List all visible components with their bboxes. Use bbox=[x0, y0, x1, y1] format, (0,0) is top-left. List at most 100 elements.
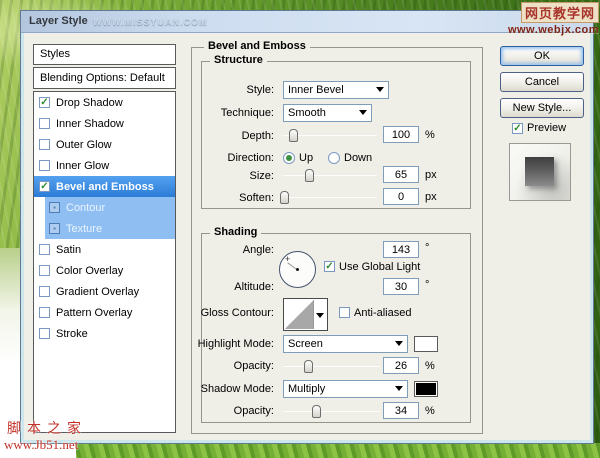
anti-aliased-checkbox[interactable] bbox=[339, 307, 350, 318]
shadow-mode-dropdown[interactable]: Multiply bbox=[283, 380, 408, 398]
highlight-opacity-input[interactable] bbox=[383, 357, 419, 374]
soften-slider-thumb[interactable] bbox=[280, 191, 289, 204]
depth-label: Depth: bbox=[241, 130, 274, 142]
satin-checkbox[interactable] bbox=[39, 244, 50, 255]
anti-aliased-label: Anti-aliased bbox=[354, 307, 412, 319]
sidebar-item-label: Outer Glow bbox=[56, 138, 112, 151]
sidebar-item-pattern-overlay[interactable]: Pattern Overlay bbox=[34, 302, 175, 323]
style-dropdown[interactable]: Inner Bevel bbox=[283, 81, 389, 99]
sidebar-item-label: Inner Glow bbox=[56, 159, 110, 172]
style-label: Style: bbox=[246, 84, 274, 96]
sidebar-item-stroke[interactable]: Stroke bbox=[34, 323, 175, 344]
ok-button[interactable]: OK bbox=[500, 46, 584, 66]
technique-label: Technique: bbox=[220, 107, 274, 119]
sidebar-item-color-overlay[interactable]: Color Overlay bbox=[34, 260, 175, 281]
altitude-unit: ° bbox=[425, 279, 430, 291]
sidebar-item-bevel-emboss[interactable]: Bevel and Emboss bbox=[34, 176, 175, 197]
sidebar-item-drop-shadow[interactable]: Drop Shadow bbox=[34, 92, 175, 113]
styles-header[interactable]: Styles bbox=[33, 44, 176, 65]
highlight-opacity-label: Opacity: bbox=[233, 360, 274, 372]
direction-up-label: Up bbox=[299, 152, 314, 164]
depth-slider-thumb[interactable] bbox=[289, 129, 298, 142]
shadow-color-swatch[interactable] bbox=[414, 381, 438, 397]
layer-style-dialog: Layer Style WWW.MISSYUAN.COM Styles Blen… bbox=[20, 10, 594, 444]
technique-value: Smooth bbox=[288, 107, 326, 119]
direction-down-radio[interactable] bbox=[328, 152, 340, 164]
soften-input[interactable] bbox=[383, 188, 419, 205]
highlight-opacity-slider[interactable] bbox=[283, 366, 380, 367]
highlight-mode-dropdown[interactable]: Screen bbox=[283, 335, 408, 353]
watermark-webjx-name: 网页教学网 bbox=[520, 2, 599, 23]
drop-shadow-checkbox[interactable] bbox=[39, 97, 50, 108]
shadow-opacity-slider[interactable] bbox=[283, 411, 380, 412]
sidebar-item-contour[interactable]: Contour bbox=[45, 197, 175, 218]
size-input[interactable] bbox=[383, 166, 419, 183]
style-list: Drop Shadow Inner Shadow Outer Glow Inne… bbox=[33, 91, 176, 433]
gloss-contour-picker[interactable] bbox=[283, 298, 328, 331]
soften-unit: px bbox=[425, 191, 437, 203]
sidebar-item-inner-shadow[interactable]: Inner Shadow bbox=[34, 113, 175, 134]
style-preview-thumbnail bbox=[509, 143, 571, 201]
direction-label: Direction: bbox=[227, 152, 274, 164]
depth-input[interactable] bbox=[383, 126, 419, 143]
inner-glow-checkbox[interactable] bbox=[39, 160, 50, 171]
shadow-opacity-input[interactable] bbox=[383, 402, 419, 419]
sidebar-item-satin[interactable]: Satin bbox=[34, 239, 175, 260]
altitude-label: Altitude: bbox=[234, 281, 274, 293]
sidebar-item-outer-glow[interactable]: Outer Glow bbox=[34, 134, 175, 155]
bevel-emboss-checkbox[interactable] bbox=[39, 181, 50, 192]
highlight-mode-value: Screen bbox=[288, 338, 323, 350]
angle-dial-center bbox=[296, 268, 299, 271]
texture-checkbox[interactable] bbox=[49, 223, 60, 234]
sidebar-item-label: Color Overlay bbox=[56, 264, 124, 277]
altitude-input[interactable] bbox=[383, 278, 419, 295]
angle-input[interactable] bbox=[383, 241, 419, 258]
sidebar-item-inner-glow[interactable]: Inner Glow bbox=[34, 155, 175, 176]
color-overlay-checkbox[interactable] bbox=[39, 265, 50, 276]
angle-dial[interactable]: + bbox=[279, 251, 316, 288]
shadow-opacity-thumb[interactable] bbox=[312, 405, 321, 418]
chevron-down-icon bbox=[395, 386, 403, 391]
shadow-opacity-label: Opacity: bbox=[233, 405, 274, 417]
use-global-light-checkbox[interactable] bbox=[324, 261, 335, 272]
sidebar-item-label: Inner Shadow bbox=[56, 117, 124, 130]
chevron-down-icon bbox=[395, 341, 403, 346]
watermark-jb51-url: www.Jb51.net bbox=[4, 437, 79, 452]
new-style-button[interactable]: New Style... bbox=[500, 98, 584, 118]
size-label: Size: bbox=[249, 170, 274, 182]
highlight-opacity-thumb[interactable] bbox=[304, 360, 313, 373]
dialog-title: Layer Style bbox=[29, 15, 88, 27]
shadow-mode-value: Multiply bbox=[288, 383, 326, 395]
size-slider-thumb[interactable] bbox=[305, 169, 314, 182]
highlight-mode-label: Highlight Mode: bbox=[197, 338, 274, 350]
technique-dropdown[interactable]: Smooth bbox=[283, 104, 372, 122]
gloss-contour-label: Gloss Contour: bbox=[200, 307, 274, 319]
direction-up-radio[interactable] bbox=[283, 152, 295, 164]
blending-options-item[interactable]: Blending Options: Default bbox=[33, 67, 176, 89]
stroke-checkbox[interactable] bbox=[39, 328, 50, 339]
contour-checkbox[interactable] bbox=[49, 202, 60, 213]
depth-unit: % bbox=[425, 129, 435, 141]
structure-legend: Structure bbox=[210, 54, 267, 66]
highlight-color-swatch[interactable] bbox=[414, 336, 438, 352]
shadow-mode-label: Shadow Mode: bbox=[200, 383, 274, 395]
use-global-light-label: Use Global Light bbox=[339, 261, 421, 273]
sidebar-item-gradient-overlay[interactable]: Gradient Overlay bbox=[34, 281, 175, 302]
sidebar-item-label: Drop Shadow bbox=[56, 96, 123, 109]
watermark-webjx-url: www.webjx.com bbox=[507, 24, 599, 36]
outer-glow-checkbox[interactable] bbox=[39, 139, 50, 150]
watermark-jb51-name: 脚本之家 bbox=[7, 420, 87, 436]
soften-label: Soften: bbox=[239, 192, 274, 204]
gradient-overlay-checkbox[interactable] bbox=[39, 286, 50, 297]
pattern-overlay-checkbox[interactable] bbox=[39, 307, 50, 318]
inner-shadow-checkbox[interactable] bbox=[39, 118, 50, 129]
soften-slider[interactable] bbox=[283, 197, 377, 198]
angle-label: Angle: bbox=[242, 244, 274, 256]
sidebar-item-texture[interactable]: Texture bbox=[45, 218, 175, 239]
preview-checkbox[interactable] bbox=[512, 123, 523, 134]
size-slider[interactable] bbox=[283, 175, 377, 176]
watermark-missyuan: WWW.MISSYUAN.COM bbox=[93, 17, 208, 27]
direction-down-label: Down bbox=[344, 152, 373, 164]
styles-header-label: Styles bbox=[40, 48, 70, 60]
cancel-button[interactable]: Cancel bbox=[500, 72, 584, 92]
